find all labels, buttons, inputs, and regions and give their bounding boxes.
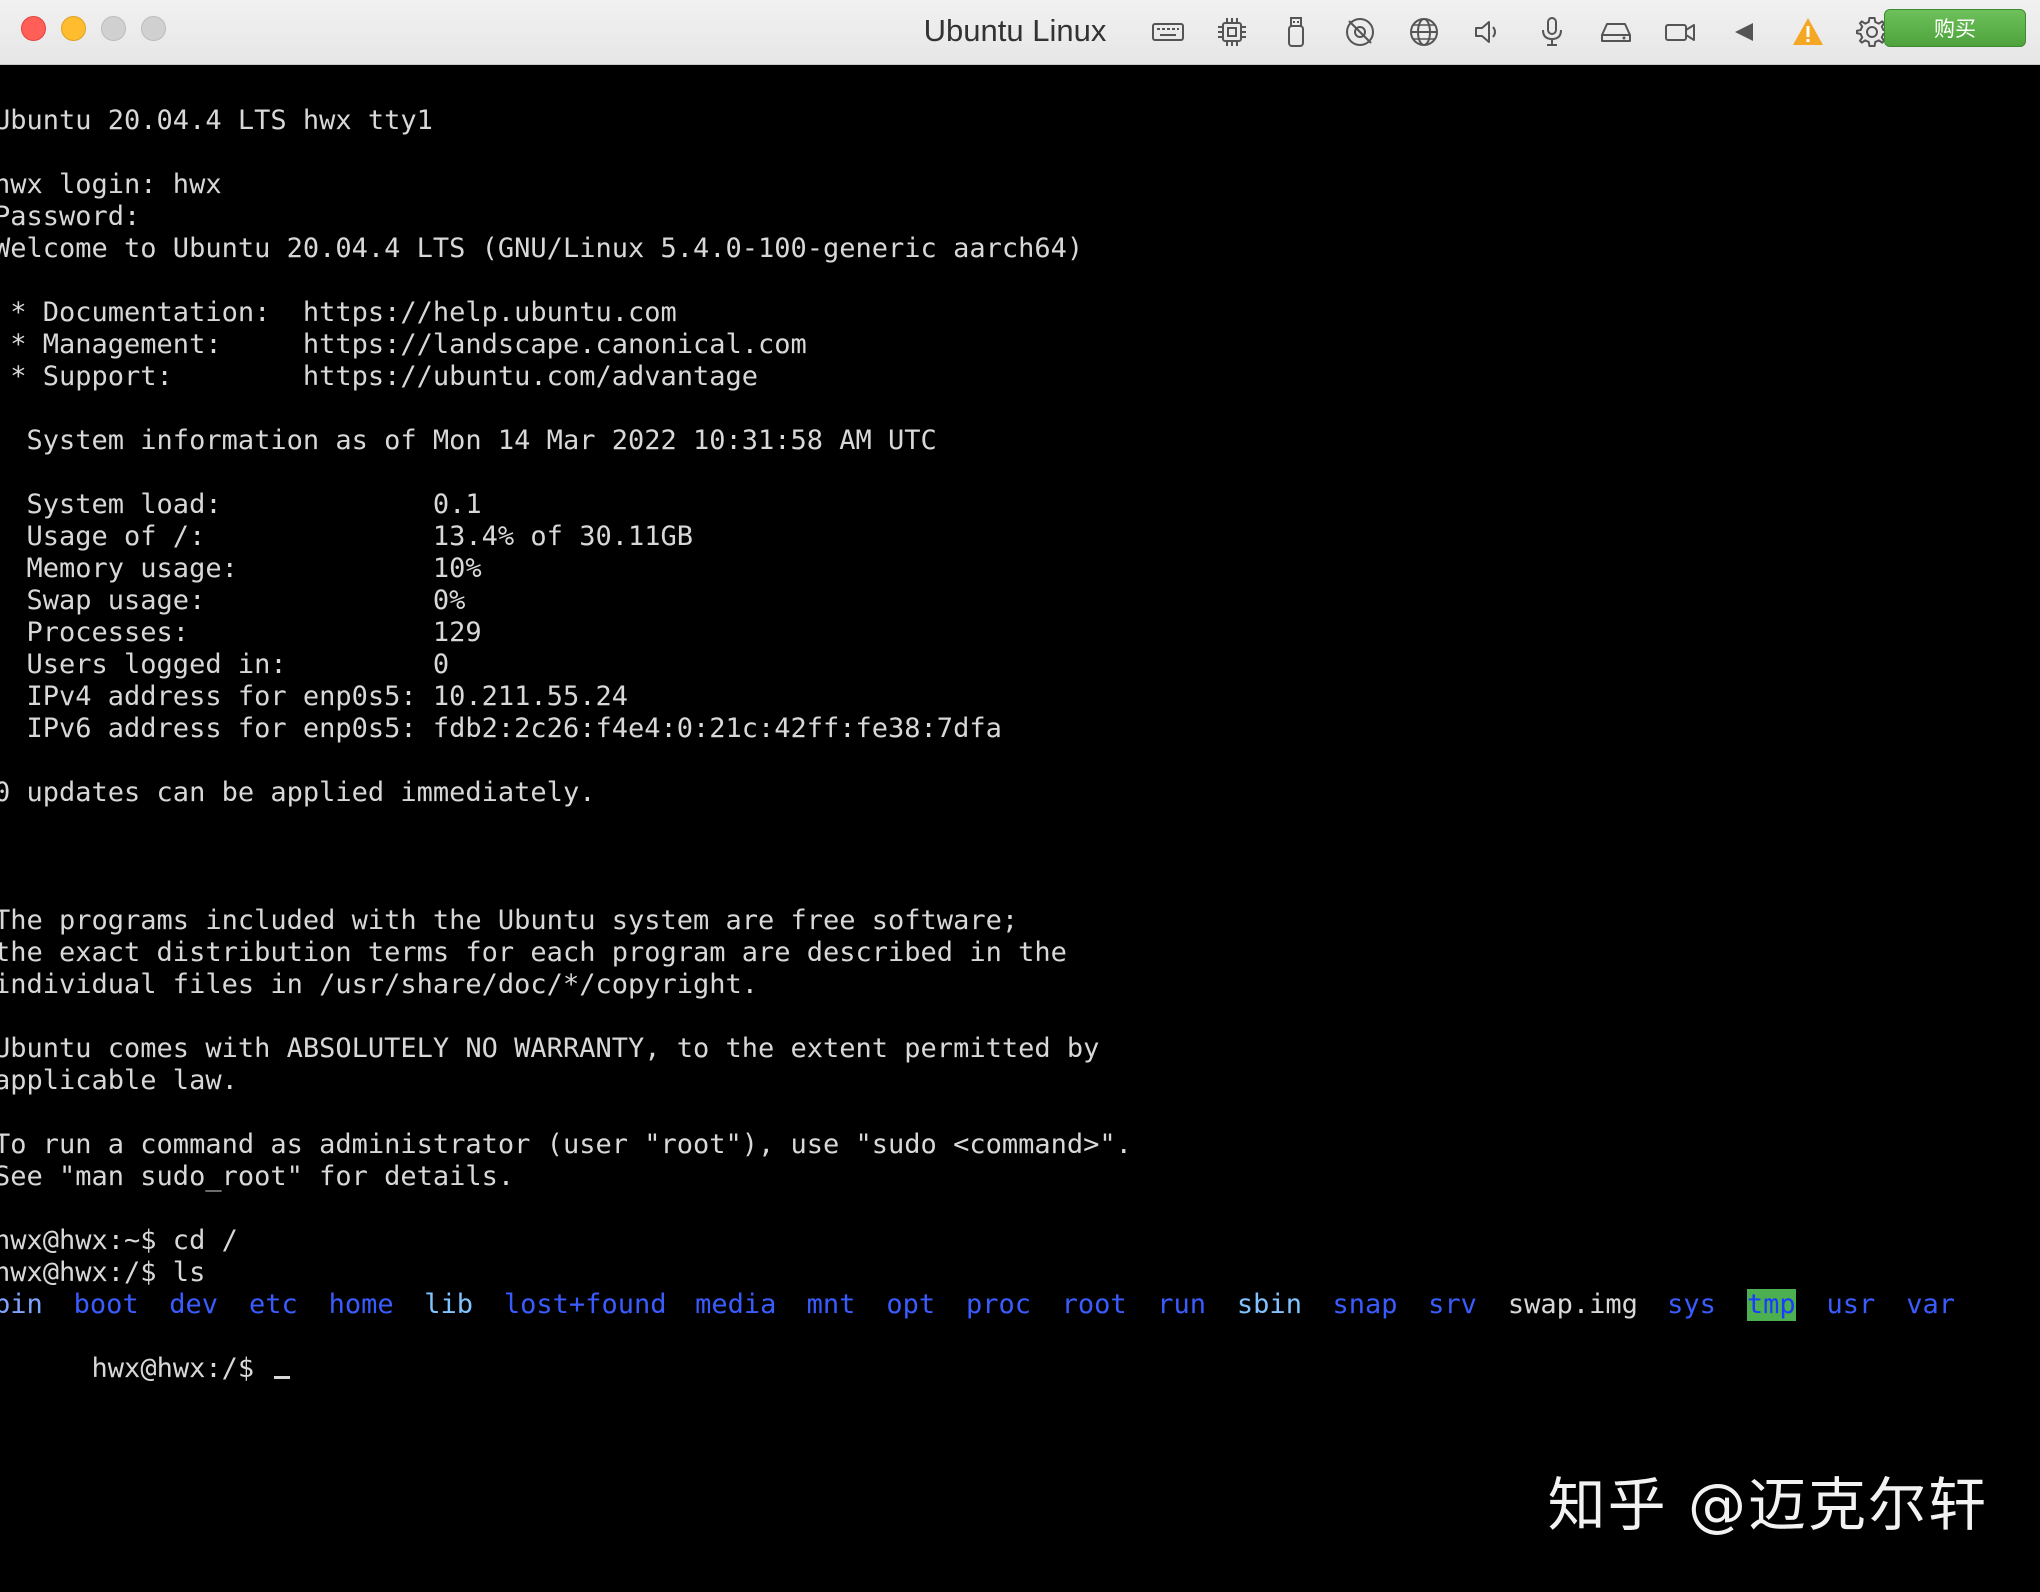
ls-entry-run: run (1157, 1289, 1207, 1320)
minimize-button[interactable] (61, 16, 86, 41)
ls-entry-lib: lib (424, 1289, 474, 1320)
ls-entry-sbin: sbin (1236, 1289, 1302, 1320)
terminal-line: Ubuntu 20.04.4 LTS hwx tty1 (0, 105, 433, 136)
buy-button[interactable]: 购买 (1884, 9, 2026, 47)
terminal-line: the exact distribution terms for each pr… (0, 937, 1067, 968)
ls-entry-mnt: mnt (806, 1289, 856, 1320)
watermark-text: 知乎 @迈克尔轩 (1547, 1471, 1988, 1539)
prompt-text: hwx@hwx:/$ (91, 1353, 271, 1384)
terminal-line: IPv6 address for enp0s5: fdb2:2c26:f4e4:… (0, 713, 1002, 744)
terminal-line: See "man sudo_root" for details. (0, 1161, 515, 1192)
ls-entry-swap-img: swap.img (1507, 1289, 1638, 1320)
terminal-line: Users logged in: 0 (0, 649, 450, 680)
back-triangle-icon[interactable] (1724, 12, 1764, 52)
terminal-line: * Management: https://landscape.canonica… (0, 329, 807, 360)
network-globe-icon[interactable] (1404, 12, 1444, 52)
terminal-screen[interactable]: Ubuntu 20.04.4 LTS hwx tty1 hwx login: hw… (0, 66, 2040, 1592)
window-title: Ubuntu Linux (923, 13, 1107, 48)
terminal-line: hwx@hwx:/$ ls (0, 1257, 206, 1288)
ls-entry-var: var (1906, 1289, 1955, 1320)
vm-window: Ubuntu Linux 购买 Ubuntu 20.04.4 LTS hwx t… (0, 0, 2040, 1592)
speaker-icon[interactable] (1468, 12, 1508, 52)
no-camera-icon[interactable] (1340, 12, 1380, 52)
terminal-line: hwx login: hwx (0, 169, 222, 200)
video-camera-icon[interactable] (1660, 12, 1700, 52)
fullscreen-button[interactable] (101, 16, 126, 41)
zoom-button[interactable] (141, 16, 166, 41)
ls-entry-opt: opt (886, 1289, 936, 1320)
terminal-line: Welcome to Ubuntu 20.04.4 LTS (GNU/Linux… (0, 233, 1084, 264)
terminal-line: System load: 0.1 (0, 489, 482, 520)
terminal-line: IPv4 address for enp0s5: 10.211.55.24 (0, 681, 628, 712)
ls-entry-boot: boot (73, 1289, 139, 1320)
terminal-line: Swap usage: 0% (0, 585, 466, 616)
text-cursor (274, 1376, 291, 1379)
terminal-line: * Documentation: https://help.ubuntu.com (0, 297, 677, 328)
usb-icon[interactable] (1276, 12, 1316, 52)
terminal-line: Memory usage: 10% (0, 553, 482, 584)
terminal-line: hwx@hwx:~$ cd / (0, 1225, 238, 1256)
title-bar[interactable]: Ubuntu Linux 购买 (0, 0, 2040, 65)
prompt-line[interactable]: hwx@hwx:/$ (0, 1321, 291, 1417)
cpu-icon[interactable] (1212, 12, 1252, 52)
terminal-line: * Support: https://ubuntu.com/advantage (0, 361, 759, 392)
terminal-line: applicable law. (0, 1065, 238, 1096)
drive-icon[interactable] (1596, 12, 1636, 52)
ls-entry-srv: srv (1428, 1289, 1477, 1320)
terminal-line: The programs included with the Ubuntu sy… (0, 905, 1019, 936)
terminal-line: Ubuntu comes with ABSOLUTELY NO WARRANTY… (0, 1033, 1100, 1064)
ls-entry-usr: usr (1826, 1289, 1876, 1320)
terminal-line: To run a command as administrator (user … (0, 1129, 1132, 1160)
terminal-line: Usage of /: 13.4% of 30.11GB (0, 521, 693, 552)
terminal-line: Password: (0, 201, 141, 232)
ls-entry-proc: proc (966, 1289, 1032, 1320)
microphone-icon[interactable] (1532, 12, 1572, 52)
close-button[interactable] (21, 16, 46, 41)
terminal-line: individual files in /usr/share/doc/*/cop… (0, 969, 759, 1000)
ls-entry-root: root (1061, 1289, 1127, 1320)
ls-entry-bin: bin (0, 1289, 43, 1320)
terminal-line: System information as of Mon 14 Mar 2022… (0, 425, 937, 456)
terminal-line: Processes: 129 (0, 617, 482, 648)
keyboard-icon[interactable] (1148, 12, 1188, 52)
ls-entry-media: media (695, 1289, 777, 1320)
ls-entry-etc: etc (248, 1289, 298, 1320)
warning-icon[interactable] (1788, 12, 1828, 52)
ls-entry-sys: sys (1667, 1289, 1716, 1320)
toolbar-icons (1148, 12, 1916, 52)
ls-entry-tmp: tmp (1746, 1289, 1796, 1321)
terminal-line: 0 updates can be applied immediately. (0, 777, 596, 808)
ls-entry-snap: snap (1332, 1289, 1398, 1320)
ls-entry-lost-found: lost+found (503, 1289, 667, 1320)
ls-entry-home: home (328, 1289, 394, 1320)
ls-entry-dev: dev (169, 1289, 219, 1320)
